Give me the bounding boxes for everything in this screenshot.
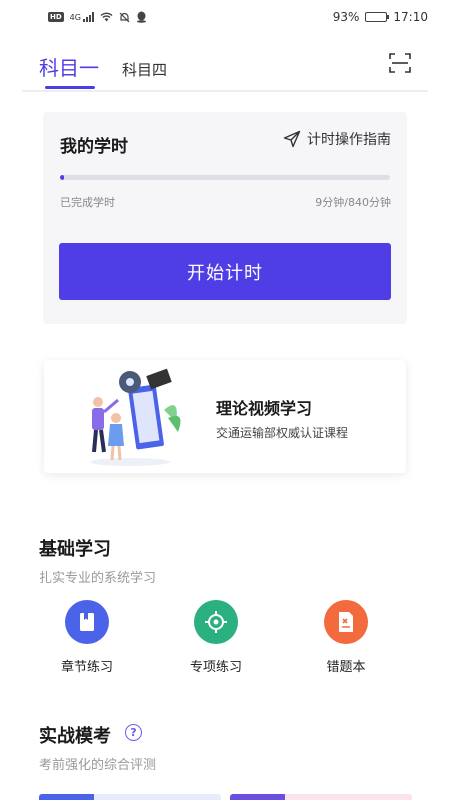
study-time-title: 我的学时 [60,137,128,157]
completed-hours-value: 9分钟/840分钟 [315,196,391,209]
battery-icon [365,12,390,22]
target-icon [194,600,238,644]
hd-badge: HD [48,12,64,22]
completed-hours-label: 已完成学时 [60,196,115,209]
status-bar-left: HD 4G [48,11,147,23]
tab-subject-four[interactable]: 科目四 [122,59,167,80]
timing-guide-link[interactable]: 计时操作指南 [283,129,391,149]
scan-icon[interactable] [388,51,412,75]
mock-exam-card-left[interactable] [39,794,221,800]
study-time-card: 我的学时 计时操作指南 已完成学时 9分钟/840分钟 开始计时 [43,112,407,324]
book-icon [65,600,109,644]
paper-plane-icon [283,130,301,148]
mock-exam-subtitle: 考前强化的综合评测 [39,758,157,773]
basic-study-subtitle: 扎实专业的系统学习 [39,571,157,586]
wrong-questions-label: 错题本 [326,660,366,675]
wrong-doc-icon [324,600,368,644]
wrong-questions-item[interactable]: 错题本 [296,600,396,675]
video-study-illustration [90,368,181,466]
video-card-subtitle: 交通运输部权威认证课程 [216,426,349,440]
wifi-icon [100,12,113,22]
special-practice-label: 专项练习 [189,660,242,675]
chapter-practice-label: 章节练习 [60,660,113,675]
study-progress-bar [60,175,390,180]
status-bar: HD 4G 93% 17:10 [0,0,450,34]
mock-exam-card-right[interactable] [230,794,412,800]
status-bar-right: 93% 17:10 [333,10,428,24]
mock-exam-title: 实战模考 [39,726,111,747]
basic-study-title: 基础学习 [39,539,111,560]
chapter-practice-item[interactable]: 章节练习 [37,600,137,675]
signal-icon [82,12,94,22]
battery-percent: 93% [332,10,360,24]
theory-video-card[interactable]: 理论视频学习 交通运输部权威认证课程 [44,360,406,473]
mute-icon [119,12,130,22]
clock: 17:10 [393,10,428,24]
special-practice-item[interactable]: 专项练习 [166,600,266,675]
start-timing-button[interactable]: 开始计时 [59,243,391,300]
qq-icon [136,11,146,23]
timing-guide-label: 计时操作指南 [307,132,391,148]
question-icon[interactable]: ? [125,724,142,741]
active-tab-indicator [45,86,95,89]
network-type: 4G [69,12,81,22]
tab-subject-one[interactable]: 科目一 [39,52,99,81]
tabs-divider [22,90,428,92]
subject-tabs: 科目一 科目四 [0,40,450,92]
video-card-title: 理论视频学习 [216,399,313,418]
study-progress-fill [60,175,64,180]
